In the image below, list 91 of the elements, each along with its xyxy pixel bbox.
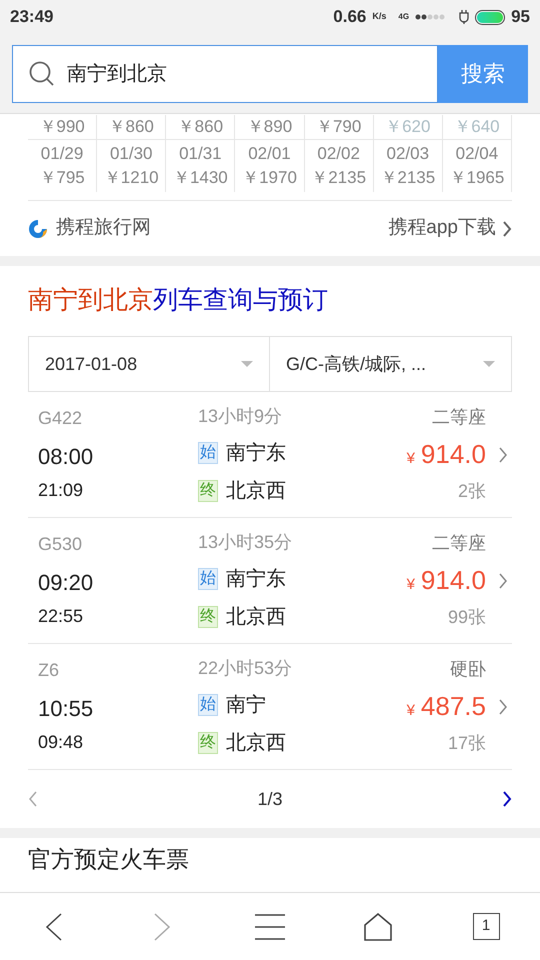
dropdown-caret-icon bbox=[483, 361, 495, 367]
arrival-station: 北京西 bbox=[226, 479, 286, 504]
calendar-date: 02/01 bbox=[248, 143, 291, 165]
arrival-time: 09:48 bbox=[38, 731, 84, 754]
end-station-tag: 终 bbox=[198, 606, 218, 628]
tickets-left: 17张 bbox=[448, 732, 486, 755]
filter-dropdown[interactable]: G/C-高铁/城际, ... bbox=[270, 337, 511, 391]
dolphin-logo-icon bbox=[28, 218, 48, 238]
seat-class: 硬卧 bbox=[450, 658, 486, 681]
calendar-price: ￥640 bbox=[454, 116, 500, 138]
departure-station: 南宁 bbox=[226, 693, 266, 718]
calendar-price: ￥1430 bbox=[172, 167, 228, 189]
start-station-tag: 始 bbox=[198, 568, 218, 590]
dropdown-caret-icon bbox=[241, 361, 253, 367]
currency-symbol: ¥ bbox=[406, 449, 415, 469]
train-number: Z6 bbox=[38, 659, 60, 682]
end-station-tag: 终 bbox=[198, 480, 218, 502]
departure-time: 09:20 bbox=[38, 569, 94, 597]
calendar-date: 01/30 bbox=[110, 143, 152, 165]
signal-icon bbox=[415, 13, 446, 21]
calendar-price: ￥1970 bbox=[242, 167, 297, 189]
start-station-tag: 始 bbox=[198, 442, 218, 464]
battery-icon bbox=[475, 10, 506, 24]
calendar-price: ￥2135 bbox=[311, 167, 366, 189]
calendar-price: ￥860 bbox=[178, 116, 224, 138]
calendar-date: 01/29 bbox=[40, 143, 84, 165]
train-number: G530 bbox=[38, 533, 84, 556]
ticket-price: 487.5 bbox=[420, 690, 486, 723]
departure-time: 08:00 bbox=[38, 443, 94, 471]
seat-class: 二等座 bbox=[432, 406, 486, 429]
currency-symbol: ¥ bbox=[406, 701, 415, 721]
train-number: G422 bbox=[38, 407, 84, 430]
departure-station: 南宁东 bbox=[226, 567, 286, 592]
search-query: 南宁到北京 bbox=[67, 62, 167, 86]
calendar-price: ￥860 bbox=[108, 116, 154, 138]
calendar-price: ￥890 bbox=[246, 116, 292, 138]
back-icon[interactable] bbox=[45, 912, 63, 942]
calendar-price: ￥790 bbox=[316, 116, 362, 138]
app-download-link[interactable]: 携程app下载 bbox=[388, 214, 512, 243]
calendar-price: ￥1965 bbox=[450, 167, 504, 189]
tickets-left: 2张 bbox=[458, 480, 486, 503]
arrival-time: 22:55 bbox=[38, 605, 84, 628]
chevron-right-icon[interactable] bbox=[502, 220, 512, 238]
section-title: 列车查询与预订 bbox=[153, 285, 328, 316]
calendar-date: 02/02 bbox=[317, 143, 360, 165]
charging-icon bbox=[459, 10, 470, 24]
end-station-tag: 终 bbox=[198, 732, 218, 754]
calendar-price: ￥2135 bbox=[380, 167, 436, 189]
train-row[interactable]: G422 08:00 21:09 13小时9分 始 南宁东 终 北京西 二等座 ¥ 914.0 2张 bbox=[28, 392, 512, 518]
departure-time: 10:55 bbox=[38, 695, 94, 723]
travel-duration: 13小时35分 bbox=[198, 531, 294, 554]
train-row[interactable]: Z6 10:55 09:48 22小时53分 始 南宁 终 北京西 硬卧 ¥ 487.5 17张 bbox=[28, 644, 512, 770]
calendar-price: ￥990 bbox=[39, 116, 85, 138]
calendar-price: ￥620 bbox=[385, 116, 430, 138]
search-icon bbox=[29, 60, 55, 86]
arrival-station: 北京西 bbox=[226, 605, 286, 630]
travel-duration: 13小时9分 bbox=[198, 405, 284, 428]
calendar-date: 01/31 bbox=[179, 143, 222, 165]
chevron-right-icon[interactable] bbox=[498, 572, 508, 590]
menu-icon[interactable] bbox=[255, 914, 285, 940]
tickets-left: 99张 bbox=[448, 606, 486, 629]
speed-unit: K/s bbox=[372, 10, 386, 24]
network-type: 4G bbox=[398, 11, 410, 23]
filter-dropdown[interactable]: 2017-01-08 bbox=[29, 337, 270, 391]
status-time: 23:49 bbox=[10, 6, 54, 28]
next-page-icon[interactable] bbox=[502, 790, 512, 808]
page-indicator: 1/3 bbox=[257, 788, 283, 810]
seat-class: 二等座 bbox=[432, 532, 486, 555]
arrival-station: 北京西 bbox=[226, 731, 286, 756]
ticket-price: 914.0 bbox=[420, 564, 486, 597]
calendar-date: 02/04 bbox=[456, 143, 498, 165]
arrival-time: 21:09 bbox=[38, 479, 84, 502]
ticket-price: 914.0 bbox=[420, 438, 486, 471]
route-title: 南宁到北京 bbox=[28, 285, 153, 316]
brand-name: 携程旅行网 bbox=[56, 216, 151, 240]
section-heading: 官方预定火车票 bbox=[28, 844, 189, 874]
battery-percent: 95 bbox=[511, 6, 530, 28]
travel-duration: 22小时53分 bbox=[198, 657, 294, 680]
tabs-button[interactable]: 1 bbox=[472, 913, 500, 940]
currency-symbol: ¥ bbox=[406, 575, 415, 595]
train-row[interactable]: G530 09:20 22:55 13小时35分 始 南宁东 终 北京西 二等座 ¥ 914.0 99张 bbox=[28, 518, 512, 644]
search-field[interactable]: 南宁到北京 bbox=[12, 44, 438, 102]
calendar-price: ￥1210 bbox=[104, 167, 159, 189]
start-station-tag: 始 bbox=[198, 694, 218, 716]
chevron-right-icon[interactable] bbox=[498, 446, 508, 464]
chevron-right-icon[interactable] bbox=[498, 698, 508, 716]
calendar-date: 02/03 bbox=[386, 143, 430, 165]
network-speed: 0.66 bbox=[333, 6, 366, 28]
departure-station: 南宁东 bbox=[226, 441, 286, 466]
calendar-price: ￥795 bbox=[39, 167, 85, 189]
home-icon[interactable] bbox=[364, 912, 392, 940]
